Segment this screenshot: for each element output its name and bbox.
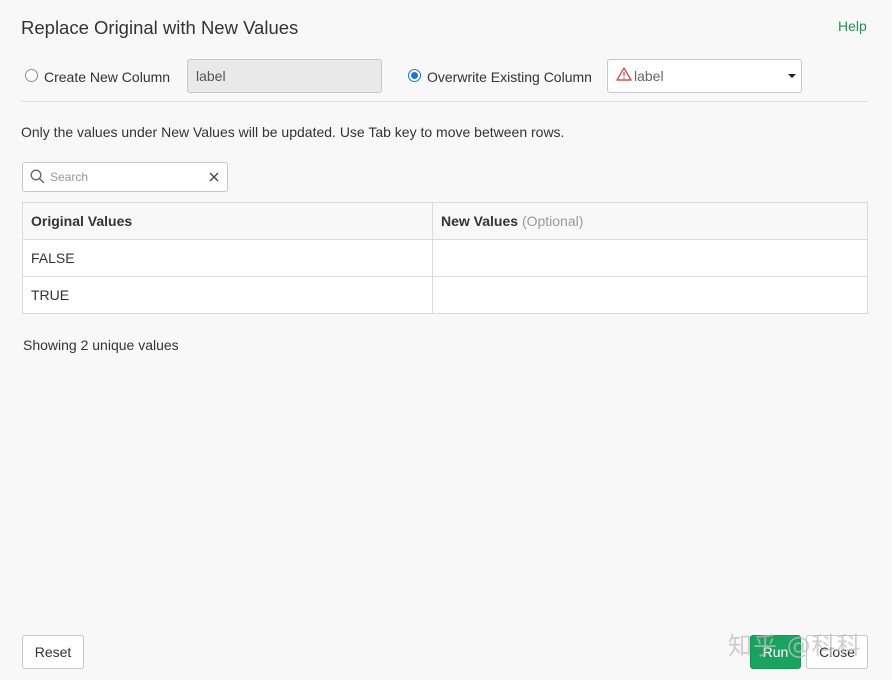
instructions-text: Only the values under New Values will be… (21, 124, 565, 140)
values-table: Original Values New Values (Optional) FA… (22, 202, 868, 314)
search-icon (30, 169, 45, 189)
help-link[interactable]: Help (838, 18, 867, 34)
divider (21, 101, 868, 102)
overwrite-existing-column-radio[interactable] (408, 69, 421, 82)
new-value-cell[interactable] (432, 276, 868, 314)
table-row: FALSE (22, 239, 868, 277)
original-value-cell: TRUE (22, 276, 433, 314)
clear-search-icon[interactable] (208, 170, 220, 188)
create-new-column-label[interactable]: Create New Column (44, 69, 170, 85)
optional-hint: (Optional) (521, 213, 584, 229)
replace-values-dialog: Replace Original with New Values Help Cr… (0, 0, 892, 680)
new-values-header: New Values (Optional) (432, 202, 868, 240)
overwrite-existing-column-label[interactable]: Overwrite Existing Column (427, 69, 592, 85)
new-value-cell[interactable] (432, 239, 868, 277)
search-input[interactable] (50, 168, 200, 186)
warning-triangle-icon (616, 60, 632, 92)
existing-column-value: label (634, 68, 664, 84)
original-value-cell: FALSE (22, 239, 433, 277)
chevron-down-icon (788, 74, 796, 78)
table-header-row: Original Values New Values (Optional) (22, 202, 868, 240)
search-box (22, 162, 228, 192)
close-button[interactable]: Close (806, 635, 868, 669)
existing-column-select[interactable]: label (607, 59, 802, 93)
new-column-name-input[interactable]: label (187, 59, 382, 93)
run-button[interactable]: Run (750, 635, 801, 669)
dialog-title: Replace Original with New Values (21, 17, 299, 38)
table-row: TRUE (22, 276, 868, 314)
original-values-header: Original Values (22, 202, 433, 240)
unique-values-summary: Showing 2 unique values (23, 337, 179, 353)
column-options-row: Create New Column label Overwrite Existi… (0, 59, 892, 93)
create-new-column-radio[interactable] (25, 69, 38, 82)
reset-button[interactable]: Reset (22, 635, 84, 669)
